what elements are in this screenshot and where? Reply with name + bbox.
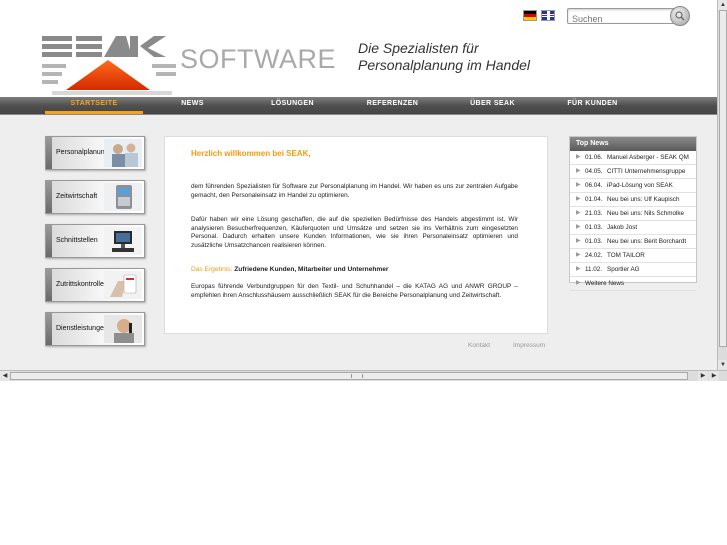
news-date: 11.02. [585, 266, 603, 273]
news-title: iPad-Lösung von SEAK [607, 182, 673, 189]
solution-paragraph: Dafür haben wir eine Lösung geschaffen, … [191, 216, 518, 249]
horizontal-scrollbar[interactable]: ◀ ▶ ▶ [0, 370, 727, 381]
news-date: 06.04. [585, 182, 603, 189]
partners-paragraph: Europas führende Verbundgruppen für den … [191, 283, 518, 299]
arrow-right-icon: ▶ [576, 182, 581, 188]
search-input[interactable] [568, 12, 676, 26]
vertical-scroll-thumb[interactable] [719, 10, 727, 347]
scroll-left-icon[interactable]: ◀ [0, 371, 10, 381]
arrow-right-icon: ▶ [576, 210, 581, 216]
news-item[interactable]: ▶ 04.05. CITTI Unternehmensgruppe [570, 165, 696, 179]
arrow-right-icon: ▶ [576, 196, 581, 202]
news-item[interactable]: ▶ 01.03. Neu bei uns: Berit Borchardt [570, 235, 696, 249]
result-label: Das Ergebnis: [191, 266, 233, 273]
person-phone-icon [104, 315, 142, 343]
arrow-right-icon: ▶ [576, 280, 581, 286]
access-card-icon [104, 271, 142, 299]
search-button[interactable] [670, 6, 690, 26]
vertical-scrollbar[interactable]: ▲ ▼ [717, 0, 727, 370]
scroll-up-icon[interactable]: ▲ [718, 0, 727, 10]
news-item[interactable]: ▶ 01.04. Neu bei uns: Ulf Kaupisch [570, 193, 696, 207]
scroll-right-icon[interactable]: ▶ [709, 371, 719, 381]
nav-fuer-kunden[interactable]: FÜR KUNDEN [550, 97, 635, 114]
news-title: Jakob Jost [607, 224, 638, 231]
result-text: Zufriedene Kunden, Mitarbeiter und Unter… [234, 266, 389, 273]
search-field[interactable] [567, 8, 676, 26]
welcome-heading: Herzlich willkommen bei SEAK, [191, 149, 311, 158]
site-header: SOFTWARE Die Spezialisten für Personalpl… [0, 0, 717, 97]
magnifier-icon [675, 11, 685, 21]
welcome-panel: Herzlich willkommen bei SEAK, dem führen… [164, 136, 548, 334]
tile-label: Zeitwirtschaft [56, 193, 98, 200]
news-date: 21.03. [585, 210, 603, 217]
time-terminal-icon [104, 183, 142, 211]
arrow-right-icon: ▶ [576, 154, 581, 160]
scroll-down-icon[interactable]: ▼ [718, 360, 727, 370]
news-item[interactable]: ▶ 01.03. Jakob Jost [570, 221, 696, 235]
seak-logo[interactable] [42, 34, 177, 96]
news-item[interactable]: ▶ 01.06. Manuel Asberger - SEAK QM [570, 151, 696, 165]
news-date: 01.03. [585, 238, 603, 245]
tile-schnittstellen[interactable]: Schnittstellen [45, 224, 145, 258]
arrow-right-icon: ▶ [576, 168, 581, 174]
news-date: 01.04. [585, 196, 603, 203]
nav-news[interactable]: NEWS [150, 97, 235, 114]
nav-ueber-seak[interactable]: ÜBER SEAK [450, 97, 535, 114]
tagline-line-1: Die Spezialisten für [358, 40, 479, 56]
news-title: Neu bei uns: Ulf Kaupisch [607, 196, 680, 203]
news-title: Manuel Asberger - SEAK QM [607, 154, 689, 161]
nav-startseite[interactable]: STARTSEITE [45, 97, 143, 114]
news-item[interactable]: ▶ 06.04. iPad-Lösung von SEAK [570, 179, 696, 193]
uk-flag-icon[interactable] [541, 10, 555, 21]
german-flag-icon[interactable] [523, 10, 537, 21]
tile-zutrittskontrolle[interactable]: Zutrittskontrolle [45, 268, 145, 302]
news-title: Neu bei uns: Berit Borchardt [607, 238, 687, 245]
arrow-right-icon: ▶ [576, 224, 581, 230]
main-navigation: STARTSEITE NEWS LÖSUNGEN REFERENZEN ÜBER… [0, 97, 717, 115]
horizontal-scroll-thumb[interactable] [10, 372, 688, 380]
scroll-right-icon[interactable]: ▶ [698, 371, 708, 381]
news-item[interactable]: ▶ 21.03. Neu bei uns: Nils Schmolke [570, 207, 696, 221]
tile-label: Dienstleistungen [56, 325, 108, 332]
tile-label: Personalplanung [56, 149, 109, 156]
news-date: 24.02. [585, 252, 603, 259]
tagline: Die Spezialisten für Personalplanung im … [358, 40, 530, 74]
result-line: Das Ergebnis: Zufriedene Kunden, Mitarbe… [191, 266, 389, 273]
kontakt-link[interactable]: Kontakt [468, 342, 490, 349]
impressum-link[interactable]: Impressum [513, 342, 545, 349]
arrow-right-icon: ▶ [576, 252, 581, 258]
news-date: 04.05. [585, 168, 603, 175]
computer-icon [104, 227, 142, 255]
news-title: TOM TAILOR [607, 252, 645, 259]
people-photo-icon [104, 139, 142, 167]
top-news-panel: Top News ▶ 01.06. Manuel Asberger - SEAK Q… [569, 136, 697, 291]
top-news-title: Top News [570, 137, 696, 151]
tile-label: Zutrittskontrolle [56, 281, 104, 288]
tile-personalplanung[interactable]: Personalplanung [45, 136, 145, 170]
news-title: Neu bei uns: Nils Schmolke [607, 210, 684, 217]
news-item[interactable]: ▶ 11.02. Sportler AG [570, 263, 696, 277]
news-title: Sportler AG [607, 266, 640, 273]
more-news-label: Weitere News [585, 280, 625, 287]
intro-paragraph: dem führenden Spezialisten für Software … [191, 183, 518, 199]
news-title: CITTI Unternehmensgruppe [607, 168, 686, 175]
more-news-link[interactable]: ▶ Weitere News [570, 277, 696, 291]
news-item[interactable]: ▶ 24.02. TOM TAILOR [570, 249, 696, 263]
tile-label: Schnittstellen [56, 237, 98, 244]
nav-loesungen[interactable]: LÖSUNGEN [250, 97, 335, 114]
browser-viewport: SOFTWARE Die Spezialisten für Personalpl… [0, 0, 717, 370]
arrow-right-icon: ▶ [576, 266, 581, 272]
nav-referenzen[interactable]: REFERENZEN [350, 97, 435, 114]
tile-dienstleistungen[interactable]: Dienstleistungen [45, 312, 145, 346]
arrow-right-icon: ▶ [576, 238, 581, 244]
news-date: 01.03. [585, 224, 603, 231]
tile-zeitwirtschaft[interactable]: Zeitwirtschaft [45, 180, 145, 214]
tagline-line-2: Personalplanung im Handel [358, 57, 530, 73]
news-date: 01.06. [585, 154, 603, 161]
logo-wordmark: SOFTWARE [180, 44, 336, 74]
